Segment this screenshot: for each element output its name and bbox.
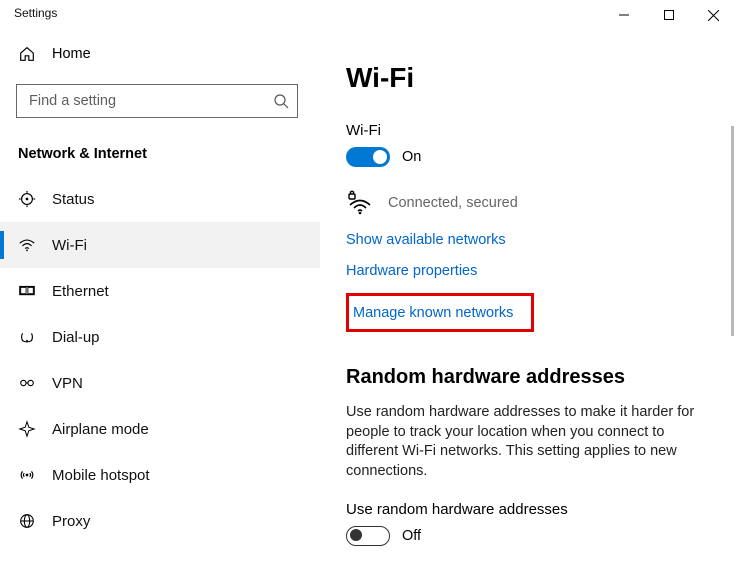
home-nav[interactable]: Home xyxy=(0,32,320,76)
sidebar-item-label: Status xyxy=(52,191,95,208)
sidebar-item-label: Wi-Fi xyxy=(52,237,87,254)
sidebar-item-dialup[interactable]: Dial-up xyxy=(0,314,320,360)
close-button[interactable] xyxy=(691,0,736,30)
sidebar-item-label: Mobile hotspot xyxy=(52,467,150,484)
proxy-icon xyxy=(18,512,46,530)
main-panel: Wi-Fi Wi-Fi On Connected, secured Show a… xyxy=(320,32,736,583)
wifi-label: Wi-Fi xyxy=(346,122,720,139)
ethernet-icon xyxy=(18,282,46,300)
sidebar-item-label: Ethernet xyxy=(52,283,109,300)
home-icon xyxy=(18,45,46,63)
home-label: Home xyxy=(52,46,91,62)
dialup-icon xyxy=(18,328,46,346)
category-header: Network & Internet xyxy=(0,128,320,176)
window-controls xyxy=(601,6,736,30)
sidebar-item-label: Airplane mode xyxy=(52,421,149,438)
vpn-icon xyxy=(18,374,46,392)
manage-known-networks-link[interactable]: Manage known networks xyxy=(353,305,513,321)
wifi-secured-icon xyxy=(346,189,374,217)
sidebar-item-label: Proxy xyxy=(52,513,90,530)
wifi-toggle-state: On xyxy=(402,149,421,165)
maximize-button[interactable] xyxy=(646,0,691,30)
page-title: Wi-Fi xyxy=(346,62,720,94)
scrollbar[interactable] xyxy=(731,126,734,336)
random-addresses-title: Random hardware addresses xyxy=(346,366,720,389)
hotspot-icon xyxy=(18,466,46,484)
sidebar-item-status[interactable]: Status xyxy=(0,176,320,222)
sidebar-item-label: VPN xyxy=(52,375,83,392)
wifi-icon xyxy=(18,236,46,254)
sidebar-item-ethernet[interactable]: Ethernet xyxy=(0,268,320,314)
search-box[interactable] xyxy=(16,84,298,118)
highlight-annotation: Manage known networks xyxy=(346,293,534,332)
random-addresses-toggle[interactable] xyxy=(346,526,390,546)
sidebar-item-label: Dial-up xyxy=(52,329,100,346)
sidebar-item-vpn[interactable]: VPN xyxy=(0,360,320,406)
sidebar-item-wifi[interactable]: Wi-Fi xyxy=(0,222,320,268)
window-title: Settings xyxy=(14,6,57,20)
minimize-button[interactable] xyxy=(601,0,646,30)
wifi-toggle[interactable] xyxy=(346,147,390,167)
connection-status: Connected, secured xyxy=(388,195,518,211)
sidebar-item-airplane[interactable]: Airplane mode xyxy=(0,406,320,452)
random-addresses-description: Use random hardware addresses to make it… xyxy=(346,403,706,481)
search-icon xyxy=(273,93,289,109)
titlebar: Settings xyxy=(0,0,736,32)
random-toggle-state: Off xyxy=(402,528,421,544)
show-available-link[interactable]: Show available networks xyxy=(346,232,506,248)
sidebar: Home Network & Internet Status Wi-Fi xyxy=(0,32,320,583)
sidebar-item-hotspot[interactable]: Mobile hotspot xyxy=(0,452,320,498)
random-toggle-label: Use random hardware addresses xyxy=(346,501,720,518)
sidebar-item-proxy[interactable]: Proxy xyxy=(0,498,320,544)
airplane-icon xyxy=(18,420,46,438)
status-icon xyxy=(18,190,46,208)
search-input[interactable] xyxy=(27,92,273,110)
hardware-properties-link[interactable]: Hardware properties xyxy=(346,263,477,279)
